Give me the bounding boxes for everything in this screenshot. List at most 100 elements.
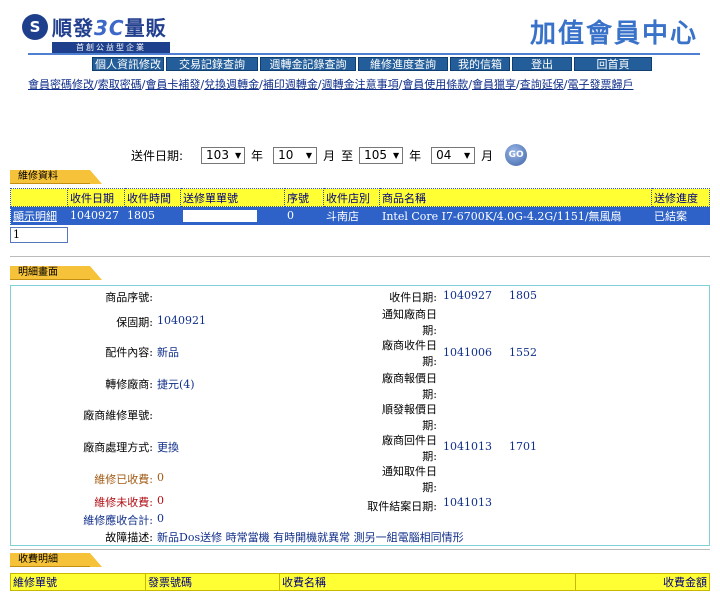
link-warranty-query[interactable]: 查詢延保 [520,78,564,91]
chevron-down-icon: ▼ [305,150,313,160]
notify-pickup-label: 通知取件日期: [382,465,437,494]
column-header: 收費金額 [575,573,710,591]
vendor-repair-no-label: 廠商維修單號: [83,409,153,422]
order-no-box [183,210,257,222]
column-header: 收件日期 [67,188,125,207]
paid-value: 0 [157,471,164,484]
vendor-method-label: 廠商處理方式: [83,441,153,454]
paid-label: 維修已收費: [94,473,153,486]
divider [10,549,710,550]
tab-repair-progress[interactable]: 維修進度查詢 [358,57,448,71]
accessories-value: 新品 [157,346,179,359]
receive-date-cell: 1040927 [67,206,125,225]
accessories-label: 配件內容: [105,346,153,359]
main-nav: 個人資訊修改 交易記錄查詢 週轉金記錄查詢 維修進度查詢 我的信箱 登出 回首頁 [92,57,652,71]
column-header: 發票號碼 [145,573,280,591]
receive-date-label: 收件日期: [389,291,437,304]
to-year-select[interactable]: 105 ▼ [359,146,404,164]
warranty-label: 保固期: [116,316,153,329]
tab-fund-history[interactable]: 週轉金記錄查詢 [260,57,356,71]
repair-table: 收件日期 收件時間 送修單單號 序號 收件店別 商品名稱 送修進度 顯示明細 1… [10,188,710,225]
transfer-vendor-value: 捷元(4) [157,378,195,391]
product-cell: Intel Core I7-6700K/4.0G-4.2G/1151/無風扇 [379,206,652,225]
serial-cell: 0 [284,206,324,225]
fault-value: 新品Dos送修 時常當機 有時開機就異常 測另一組電腦相同情形 [157,531,464,544]
column-header: 序號 [284,188,324,207]
link-reprint-fund[interactable]: 補印週轉金 [263,78,318,91]
detail-panel: 商品序號: 保固期: 1040921 配件內容: 新品 轉修廠商: 捷元(4) … [10,285,710,546]
month-unit-label: 月 [481,148,494,163]
link-einvoice[interactable]: 電子發票歸戶 [567,78,633,91]
column-header: 收費名稱 [279,573,576,591]
column-header: 收件店別 [323,188,380,207]
unpaid-value: 0 [157,494,164,507]
column-header [10,188,68,207]
link-fund-notice[interactable]: 週轉金注意事項 [322,78,399,91]
logo-emblem-icon: S [22,14,48,40]
vendor-return-time-value: 1701 [509,440,537,453]
go-button[interactable]: GO [505,144,528,166]
tab-transaction-history[interactable]: 交易記錄查詢 [166,57,258,71]
from-year-select[interactable]: 103 ▼ [201,146,246,164]
chevron-down-icon: ▼ [463,150,471,160]
link-request-password[interactable]: 索取密碼 [98,78,142,91]
column-header: 收件時間 [124,188,181,207]
notify-vendor-label: 通知廠商日期: [382,308,437,337]
vendor-receive-label: 廠商收件日期: [382,339,437,368]
vendor-receive-date-value: 1041006 [443,346,492,359]
year-unit-label: 年 [251,148,264,163]
receive-time-cell: 1805 [124,206,181,225]
page-title: 加值會員中心 [529,19,698,49]
link-change-password[interactable]: 會員密碼修改 [28,78,94,91]
tab-logout[interactable]: 登出 [512,57,572,71]
link-card-reissue[interactable]: 會員卡補發 [145,78,200,91]
to-month-select[interactable]: 04 ▼ [431,146,476,164]
tab-mailbox[interactable]: 我的信箱 [450,57,510,71]
from-month-select[interactable]: 10 ▼ [273,146,318,164]
status-cell: 已結案 [651,206,710,225]
tab-home[interactable]: 回首頁 [574,57,652,71]
pagination-page[interactable]: 1 [10,227,68,243]
link-member-perks[interactable]: 會員獵享 [472,78,516,91]
chevron-down-icon: ▼ [393,150,400,160]
receive-date-value: 1040927 [443,289,492,302]
divider [10,256,710,257]
site-logo[interactable]: S 順發3C量販 首創公益型企業 [22,12,172,56]
receive-time-value: 1805 [509,289,537,302]
pickup-done-value: 1041013 [443,496,492,509]
fee-section-title: 收費明細 [10,553,102,567]
product-serial-label: 商品序號: [105,291,153,304]
month-unit-label: 月 [323,148,336,163]
link-terms[interactable]: 會員使用條款 [402,78,468,91]
column-header: 送修單單號 [180,188,285,207]
vendor-quote-label: 廠商報價日期: [382,372,437,401]
filter-label: 送件日期: [131,148,184,163]
member-links: 會員密碼修改/索取密碼/會員卡補發/兌換週轉金/補印週轉金/週轉金注意事項/會員… [28,78,634,91]
unpaid-label: 維修未收費: [94,496,153,509]
to-label: 至 [341,148,354,163]
table-header-row: 維修單號 發票號碼 收費名稱 收費金額 [10,573,710,591]
vendor-method-value: 更換 [157,441,179,454]
order-no-cell [180,206,285,225]
store-cell: 斗南店 [323,206,380,225]
repair-section-title: 維修資料 [10,170,102,184]
header-divider [28,53,700,55]
logo-text: 順發3C量販 [52,16,167,40]
fee-table: 維修單號 發票號碼 收費名稱 收費金額 [10,573,710,591]
pickup-done-label: 取件結案日期: [367,500,437,513]
year-unit-label: 年 [409,148,422,163]
vendor-return-date-value: 1041013 [443,440,492,453]
detail-section-title: 明細畫面 [10,266,102,280]
tab-profile-edit[interactable]: 個人資訊修改 [92,57,164,71]
column-header: 送修進度 [651,188,710,207]
column-header: 商品名稱 [379,188,652,207]
link-redeem-fund[interactable]: 兌換週轉金 [204,78,259,91]
warranty-value: 1040921 [157,314,206,327]
total-value: 0 [157,512,164,525]
shunfa-quote-label: 順發報價日期: [382,403,437,432]
total-label: 維修應收合計: [83,514,153,527]
table-row[interactable]: 顯示明細 1040927 1805 0 斗南店 Intel Core I7-67… [10,206,710,225]
date-filter: 送件日期: 103 ▼ 年 10 ▼ 月 至 105 ▼ 年 04 ▼ 月 GO [131,144,528,166]
vendor-receive-time-value: 1552 [509,346,537,359]
show-detail-link[interactable]: 顯示明細 [13,210,57,223]
